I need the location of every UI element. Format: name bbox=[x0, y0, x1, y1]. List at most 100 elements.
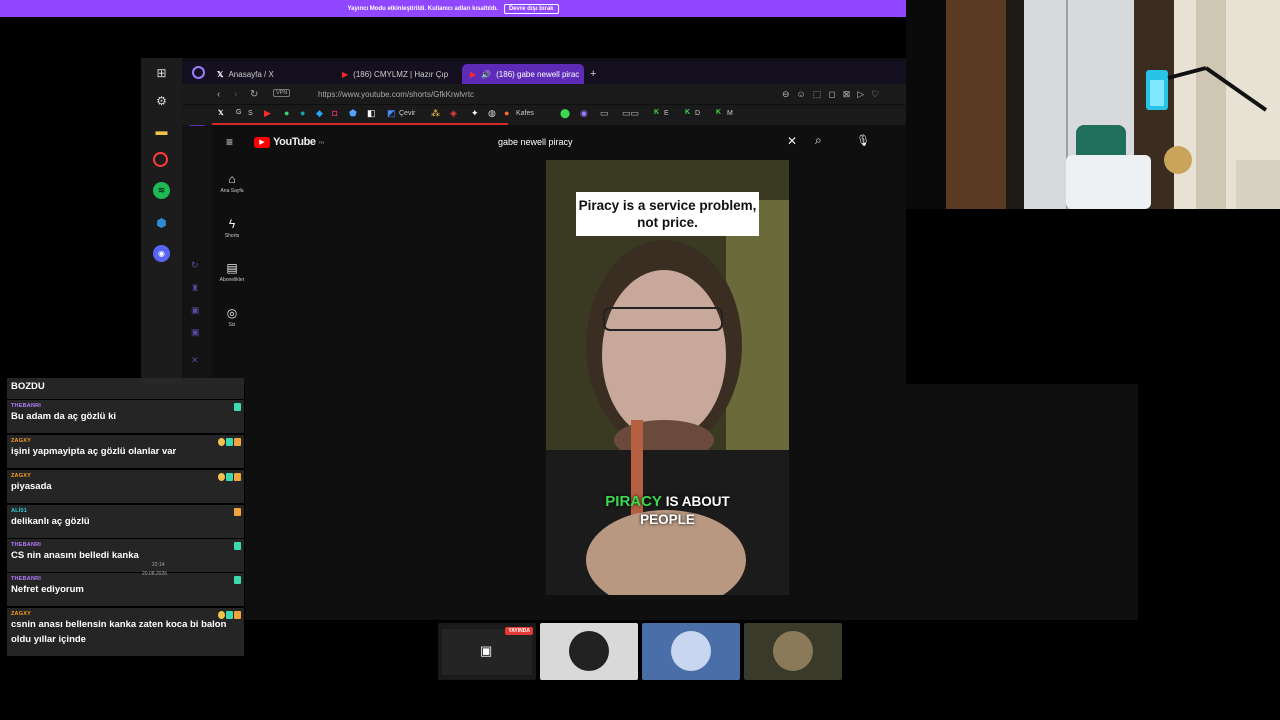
bookmark-a-icon[interactable]: ◉ bbox=[580, 108, 588, 119]
youtube-country-code: TR bbox=[318, 139, 324, 145]
tab-x-home[interactable]: 𝕏 Anasayfa / X bbox=[209, 64, 333, 84]
bookmark-translate-icon[interactable]: ◩ bbox=[387, 108, 396, 119]
bookmark-cevir[interactable]: Çevir bbox=[399, 110, 415, 117]
opera-sidebar: ⌂ ↻ ♜ ▣ ▣ ✕ bbox=[182, 105, 212, 384]
shorts-icon: ϟ bbox=[228, 217, 236, 231]
chat-message: ZAGXY işini yapmayipta aç gözlü olanlar … bbox=[7, 435, 244, 468]
back-icon[interactable]: ‹ bbox=[217, 89, 220, 100]
bookmark-folder-icon[interactable]: ▭ bbox=[600, 108, 609, 119]
search-icon[interactable]: ⌕ bbox=[815, 133, 822, 148]
screen-share-icon: ▣ bbox=[480, 643, 493, 658]
live-badge: YAYINDA bbox=[505, 627, 533, 635]
m-icon[interactable]: ▣ bbox=[191, 327, 200, 338]
new-tab-button[interactable]: + bbox=[586, 64, 604, 84]
opera-menu-icon[interactable] bbox=[192, 66, 205, 79]
bookmark-m-icon[interactable]: K bbox=[716, 109, 721, 116]
spotify-icon[interactable]: ≋ bbox=[153, 182, 170, 199]
reload-icon[interactable]: ↻ bbox=[250, 89, 258, 100]
bookmarks-bar: 𝕏 G S ▶ ● ● ◆ ◘ ⬟ ◧ ◩ Çevir ⁂ ◈ ✦ ◍ ● Ka… bbox=[182, 105, 906, 125]
chat-badges bbox=[234, 576, 241, 584]
bookmark-twitter-icon[interactable]: ◆ bbox=[316, 108, 323, 119]
bookmark-notion-icon[interactable]: ◧ bbox=[367, 108, 376, 119]
nav-home[interactable]: ⌂ Ana Sayfa bbox=[212, 172, 252, 194]
bookmark-m[interactable]: M bbox=[727, 110, 733, 117]
youtube-icon: ▶ bbox=[342, 69, 349, 79]
chat-message: ALİ01 delikanlı aç gözlü bbox=[7, 505, 244, 538]
windows-start-icon[interactable]: ⊞ bbox=[153, 64, 170, 81]
avatar bbox=[671, 631, 711, 671]
page-load-progress bbox=[212, 123, 508, 125]
tab-gabe-newell-active[interactable]: ▶ 🔊 (186) gabe newell pirac bbox=[462, 64, 584, 84]
x-logo-icon: 𝕏 bbox=[217, 69, 224, 79]
bookmark-folder-icon[interactable]: ▭▭ bbox=[622, 108, 639, 119]
chat-message: THEBANRI Nefret ediyorum 20.08.2026 bbox=[7, 571, 244, 606]
tab-cmylmz[interactable]: ▶ (186) CMYLMZ | Hazır Çıp bbox=[334, 64, 458, 84]
badge-icon bbox=[234, 508, 241, 516]
chat-badges bbox=[218, 438, 241, 446]
shorts-video-player[interactable]: Piracy is a service problem, not price. … bbox=[546, 160, 789, 595]
discord-icon[interactable]: ◉ bbox=[153, 245, 170, 262]
youtube-wordmark: YouTube bbox=[273, 136, 316, 148]
bookmark-d-icon[interactable]: K bbox=[685, 109, 690, 116]
badge-icon bbox=[218, 611, 225, 619]
bookmark-google-icon[interactable]: G bbox=[236, 109, 241, 116]
search-input[interactable]: gabe newell piracy bbox=[498, 137, 573, 147]
twitch-icon[interactable]: ▣ bbox=[191, 305, 200, 316]
tools-icon[interactable]: ✕ bbox=[191, 355, 199, 366]
disable-streamer-mode-button[interactable]: Devre dışı bırak bbox=[503, 3, 559, 14]
nav-you[interactable]: ◎ Siz bbox=[212, 306, 252, 328]
stream-preview-screen[interactable]: ▣ YAYINDA bbox=[438, 623, 536, 680]
bookmark-e-icon[interactable]: K bbox=[654, 109, 659, 116]
bookmark-steam-icon[interactable]: ⬟ bbox=[349, 108, 357, 119]
nav-subscriptions[interactable]: ▤ Abonelikler bbox=[212, 261, 252, 283]
bookmark-apps-icon[interactable]: ⁂ bbox=[431, 108, 440, 119]
history-icon[interactable]: ↻ bbox=[191, 260, 199, 271]
folder-icon[interactable]: ▬ bbox=[153, 122, 170, 139]
nav-shorts[interactable]: ϟ Shorts bbox=[212, 217, 252, 239]
bookmark-spotify-icon[interactable]: ● bbox=[284, 108, 289, 118]
badge-icon bbox=[218, 438, 225, 446]
tray-date: 20.08.2026 bbox=[142, 571, 168, 577]
nav-label: Shorts bbox=[224, 233, 240, 239]
forward-icon[interactable]: › bbox=[234, 89, 237, 100]
steam-icon[interactable]: ⬢ bbox=[153, 214, 170, 231]
bookmark-kafes-icon[interactable]: ● bbox=[504, 108, 509, 118]
bookmark-youtube-icon[interactable]: ▶ bbox=[264, 108, 271, 119]
hamburger-menu-icon[interactable]: ≡ bbox=[226, 135, 233, 149]
stream-preview-user-2[interactable] bbox=[642, 623, 740, 680]
bookmark-x-icon[interactable]: 𝕏 bbox=[218, 109, 224, 117]
bookmark-globe-icon[interactable]: ● bbox=[300, 108, 305, 118]
bookmark-pin-icon[interactable]: ⬤ bbox=[560, 108, 570, 119]
chat-message: THEBANRI Bu adam da aç gözlü ki bbox=[7, 400, 244, 433]
bookmark-circle-icon[interactable]: ◍ bbox=[488, 108, 496, 119]
chat-text: piyasada bbox=[11, 481, 52, 492]
url-field[interactable]: https://www.youtube.com/shorts/GfkKrwlvr… bbox=[318, 90, 474, 99]
stream-preview-user-1[interactable] bbox=[540, 623, 638, 680]
vpn-badge[interactable]: VPN bbox=[273, 89, 291, 97]
bookmark-e[interactable]: E bbox=[664, 110, 669, 117]
bookmark-red-icon[interactable]: ◈ bbox=[450, 108, 457, 119]
opera-gx-icon[interactable] bbox=[153, 152, 168, 167]
address-bar-tools-icons[interactable]: ⊖☺⬚◻⊠▷♡ bbox=[782, 89, 886, 100]
bookmark-d[interactable]: D bbox=[695, 110, 700, 117]
bookmark-star-icon[interactable]: ✦ bbox=[471, 108, 479, 119]
settings-gear-icon[interactable]: ⚙ bbox=[153, 92, 170, 109]
webcam-overlay bbox=[906, 0, 1280, 209]
badge-icon bbox=[218, 473, 225, 481]
clear-search-icon[interactable]: ✕ bbox=[787, 134, 797, 148]
chat-badges bbox=[218, 473, 241, 481]
bookmark-s[interactable]: S bbox=[248, 110, 253, 117]
chat-message: ZAGXY piyasada bbox=[7, 470, 244, 503]
chat-overlay: BOZDU THEBANRI Bu adam da aç gözlü ki ZA… bbox=[0, 378, 245, 657]
chat-message: THEBANRI CS nin anasını belledi kanka 22… bbox=[7, 539, 244, 572]
badge-icon bbox=[226, 611, 233, 619]
stream-preview-user-3[interactable] bbox=[744, 623, 842, 680]
youtube-logo[interactable]: ▶ YouTube TR bbox=[254, 136, 324, 148]
chat-badges bbox=[234, 508, 241, 516]
microphone-icon[interactable]: 🎙 bbox=[856, 134, 870, 147]
bookmark-instagram-icon[interactable]: ◘ bbox=[332, 108, 337, 118]
chat-message: ZAGXY csnin anası bellensin kanka zaten … bbox=[7, 608, 244, 656]
subscriptions-icon: ▤ bbox=[226, 261, 238, 275]
extensions-icon[interactable]: ♜ bbox=[191, 283, 199, 294]
bookmark-kafes[interactable]: Kafes bbox=[516, 110, 534, 117]
